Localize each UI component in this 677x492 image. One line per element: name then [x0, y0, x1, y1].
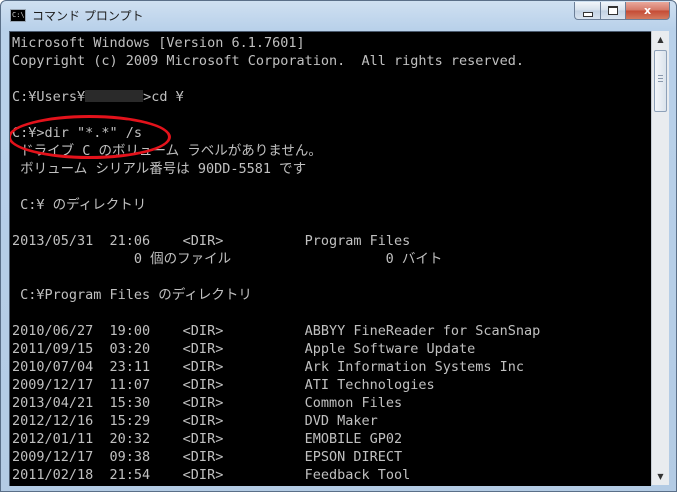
- console-line: C:¥>dir "*.*" /s: [12, 125, 143, 141]
- console-line: Microsoft Windows [Version 6.1.7601]: [12, 35, 305, 51]
- scroll-thumb[interactable]: [654, 50, 667, 112]
- caption-buttons: x: [574, 2, 670, 21]
- console-line: 2010/07/04 23:11 <DIR> Ark Information S…: [12, 359, 525, 375]
- close-icon: x: [643, 4, 652, 17]
- close-button[interactable]: x: [626, 2, 670, 20]
- cmd-app-icon[interactable]: C:\: [10, 9, 26, 22]
- maximize-button[interactable]: [600, 2, 626, 20]
- console-line: C:¥ のディレクトリ: [12, 197, 147, 213]
- console-line: 0 個のファイル 0 バイト: [12, 251, 443, 267]
- console-line: 2012/01/11 20:32 <DIR> EMOBILE GP02: [12, 431, 403, 447]
- console-line: 2012/12/16 15:29 <DIR> DVD Maker: [12, 413, 378, 429]
- console-line: Copyright (c) 2009 Microsoft Corporation…: [12, 53, 525, 69]
- console-line: 2009/12/17 11:07 <DIR> ATI Technologies: [12, 377, 435, 393]
- grip-icon: [658, 75, 663, 84]
- console-line: C:¥Users¥ >cd ¥: [12, 88, 540, 106]
- console-line: 2011/09/15 03:20 <DIR> Apple Software Up…: [12, 341, 476, 357]
- console-line: ボリューム シリアル番号は 90DD-5581 です: [12, 161, 307, 177]
- redacted-username: [85, 90, 144, 102]
- console-line: 2011/02/18 21:54 <DIR> Feedback Tool: [12, 467, 411, 483]
- arrow-down-icon: ▼: [657, 472, 664, 481]
- console-line: 2009/12/17 09:38 <DIR> EPSON DIRECT: [12, 449, 403, 465]
- scroll-down-button[interactable]: ▼: [652, 468, 669, 485]
- window-title: コマンド プロンプト: [32, 9, 144, 23]
- console-line: 2010/06/27 19:00 <DIR> ABBYY FineReader …: [12, 323, 541, 339]
- maximize-icon: [608, 6, 618, 15]
- arrow-up-icon: ▲: [657, 35, 664, 44]
- console-output[interactable]: Microsoft Windows [Version 6.1.7601] Cop…: [9, 31, 651, 486]
- vertical-scrollbar[interactable]: ▲ ▼: [651, 31, 669, 485]
- minimize-icon: [582, 11, 593, 17]
- command-prompt-window: C:\ コマンド プロンプト x Microsoft Windows [Vers…: [0, 0, 677, 492]
- console-line: 2013/04/21 15:30 <DIR> Common Files: [12, 395, 403, 411]
- console-line: C:¥Program Files のディレクトリ: [12, 287, 252, 303]
- window-bottom-frame: [1, 485, 676, 491]
- console-line: 2013/05/31 21:06 <DIR> Program Files: [12, 233, 411, 249]
- console-line: ドライブ C のボリューム ラベルがありません。: [12, 143, 322, 159]
- title-bar[interactable]: C:\ コマンド プロンプト x: [1, 1, 676, 31]
- minimize-button[interactable]: [574, 2, 600, 20]
- console-lines: Microsoft Windows [Version 6.1.7601] Cop…: [12, 34, 540, 484]
- scroll-up-button[interactable]: ▲: [652, 31, 669, 48]
- cd-command-text: >cd ¥: [143, 89, 184, 105]
- console-line-text: C:¥Users¥: [12, 89, 86, 105]
